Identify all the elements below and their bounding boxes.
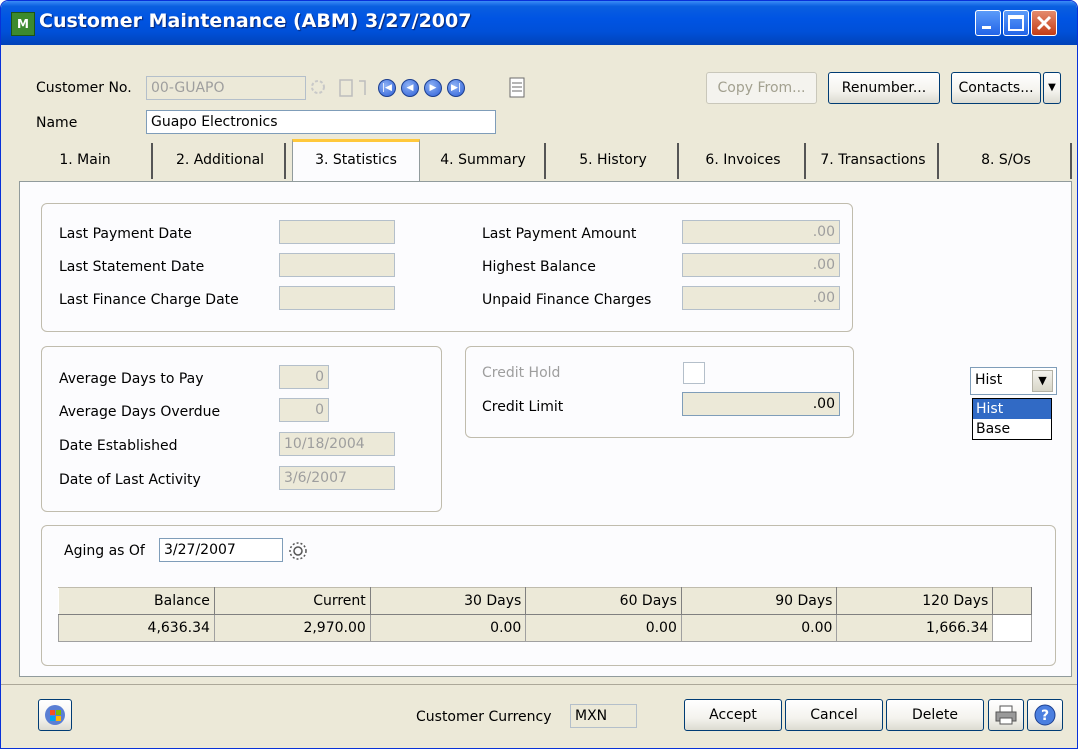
last-finance-charge-date-label: Last Finance Charge Date: [59, 292, 239, 308]
date-of-last-activity-label: Date of Last Activity: [59, 472, 201, 488]
browse-icon[interactable]: [339, 78, 373, 98]
renumber-button[interactable]: Renumber...: [828, 72, 940, 104]
table-row: 4,636.34 2,970.00 0.00 0.00 0.00 1,666.3…: [58, 614, 1032, 642]
tab-main[interactable]: 1. Main: [19, 143, 153, 179]
windows-logo-icon: [45, 705, 65, 725]
tab-additional[interactable]: 2. Additional: [156, 143, 286, 179]
close-icon: [1036, 15, 1052, 31]
customer-no-field[interactable]: 00-GUAPO: [146, 76, 306, 100]
hist-base-dropdown-list: Hist Base: [972, 398, 1052, 440]
customer-currency-field[interactable]: MXN: [570, 704, 637, 728]
customer-currency-label: Customer Currency: [416, 709, 552, 725]
aging-col-header: Current: [213, 587, 371, 615]
aging-as-of-label: Aging as Of: [64, 543, 145, 559]
customer-maintenance-window: M Customer Maintenance (ABM) 3/27/2007 C…: [0, 0, 1078, 749]
app-icon: M: [11, 12, 35, 36]
date-established-field[interactable]: 10/18/2004: [279, 432, 395, 456]
previous-record-icon[interactable]: ◀: [401, 79, 419, 97]
tab-history[interactable]: 5. History: [549, 143, 679, 179]
last-statement-date-field[interactable]: [279, 253, 395, 277]
aging-col-header: Balance: [58, 587, 215, 615]
average-days-overdue-field[interactable]: 0: [279, 398, 329, 422]
notes-icon[interactable]: [509, 77, 525, 99]
credit-limit-field[interactable]: .00: [682, 392, 840, 416]
aging-col-header: 90 Days: [680, 587, 838, 615]
customer-no-label: Customer No.: [36, 80, 132, 96]
aging-90-days-cell: 0.00: [680, 614, 838, 642]
hist-dropdown-arrow-icon[interactable]: ▼: [1032, 370, 1053, 392]
aging-date-field[interactable]: 3/27/2007: [159, 538, 283, 562]
unpaid-finance-charges-label: Unpaid Finance Charges: [482, 292, 652, 308]
last-finance-charge-date-field[interactable]: [279, 286, 395, 310]
tab-transactions[interactable]: 7. Transactions: [809, 143, 939, 179]
aging-30-days-cell: 0.00: [369, 614, 527, 642]
hist-base-select[interactable]: Hist ▼: [970, 367, 1057, 395]
maximize-button[interactable]: [1003, 10, 1029, 36]
name-field[interactable]: Guapo Electronics: [146, 110, 496, 134]
maximize-icon: [1008, 15, 1024, 31]
print-button[interactable]: [988, 699, 1024, 731]
aging-120-days-cell: 1,666.34: [836, 614, 994, 642]
last-payment-date-field[interactable]: [279, 220, 395, 244]
title-bar[interactable]: M Customer Maintenance (ABM) 3/27/2007: [1, 1, 1077, 45]
accept-button[interactable]: Accept: [684, 699, 782, 731]
contacts-dropdown-button[interactable]: ▼: [1043, 72, 1061, 104]
hist-option[interactable]: Hist: [973, 399, 1051, 419]
help-icon: ?: [1034, 704, 1056, 726]
lookup-icon[interactable]: [309, 78, 331, 98]
last-record-icon[interactable]: ▶|: [447, 79, 465, 97]
average-days-overdue-label: Average Days Overdue: [59, 404, 221, 420]
minimize-button[interactable]: [975, 10, 1001, 36]
cancel-button[interactable]: Cancel: [785, 699, 883, 731]
average-days-to-pay-label: Average Days to Pay: [59, 371, 204, 387]
dropdown-arrow-icon: ▼: [1048, 82, 1056, 93]
footer-divider: [1, 684, 1077, 685]
aging-table-header: Balance Current 30 Days 60 Days 90 Days …: [58, 587, 1032, 615]
aging-60-days-cell: 0.00: [525, 614, 682, 642]
tab-summary[interactable]: 4. Summary: [422, 143, 546, 179]
highest-balance-field[interactable]: .00: [682, 253, 840, 277]
date-of-last-activity-field[interactable]: 3/6/2007: [279, 466, 395, 490]
copy-from-button[interactable]: Copy From...: [706, 72, 817, 104]
last-payment-date-label: Last Payment Date: [59, 226, 192, 242]
first-record-icon[interactable]: |◀: [378, 79, 396, 97]
last-statement-date-label: Last Statement Date: [59, 259, 205, 275]
hist-base-select-value: Hist: [975, 372, 1003, 388]
last-payment-amount-field[interactable]: .00: [682, 220, 840, 244]
credit-hold-label: Credit Hold: [482, 365, 561, 381]
minimize-icon: [982, 26, 991, 29]
aging-col-header: 30 Days: [369, 587, 527, 615]
aging-col-header: 60 Days: [525, 587, 682, 615]
next-record-icon[interactable]: ▶: [424, 79, 442, 97]
close-button[interactable]: [1031, 10, 1057, 36]
calendar-icon[interactable]: [287, 540, 309, 562]
tab-invoices[interactable]: 6. Invoices: [682, 143, 806, 179]
credit-limit-label: Credit Limit: [482, 399, 564, 415]
date-established-label: Date Established: [59, 438, 178, 454]
name-label: Name: [36, 115, 78, 131]
tab-statistics[interactable]: 3. Statistics: [292, 139, 420, 181]
contacts-button[interactable]: Contacts...: [951, 72, 1041, 104]
base-option[interactable]: Base: [973, 419, 1051, 439]
aging-current-cell: 2,970.00: [213, 614, 371, 642]
unpaid-finance-charges-field[interactable]: .00: [682, 286, 840, 310]
highest-balance-label: Highest Balance: [482, 259, 596, 275]
credit-hold-checkbox[interactable]: [683, 362, 705, 384]
help-windows-button[interactable]: [38, 699, 72, 731]
window-title: Customer Maintenance (ABM) 3/27/2007: [39, 10, 472, 32]
printer-icon: [995, 705, 1017, 725]
help-button[interactable]: ?: [1027, 699, 1063, 731]
aging-table: Balance Current 30 Days 60 Days 90 Days …: [58, 587, 1032, 642]
tab-sos[interactable]: 8. S/Os: [942, 143, 1072, 179]
aging-balance-cell: 4,636.34: [58, 614, 215, 642]
delete-button[interactable]: Delete: [886, 699, 984, 731]
aging-col-header: 120 Days: [836, 587, 994, 615]
average-days-to-pay-field[interactable]: 0: [279, 365, 329, 389]
last-payment-amount-label: Last Payment Amount: [482, 226, 637, 242]
svg-text:?: ?: [1041, 708, 1049, 724]
